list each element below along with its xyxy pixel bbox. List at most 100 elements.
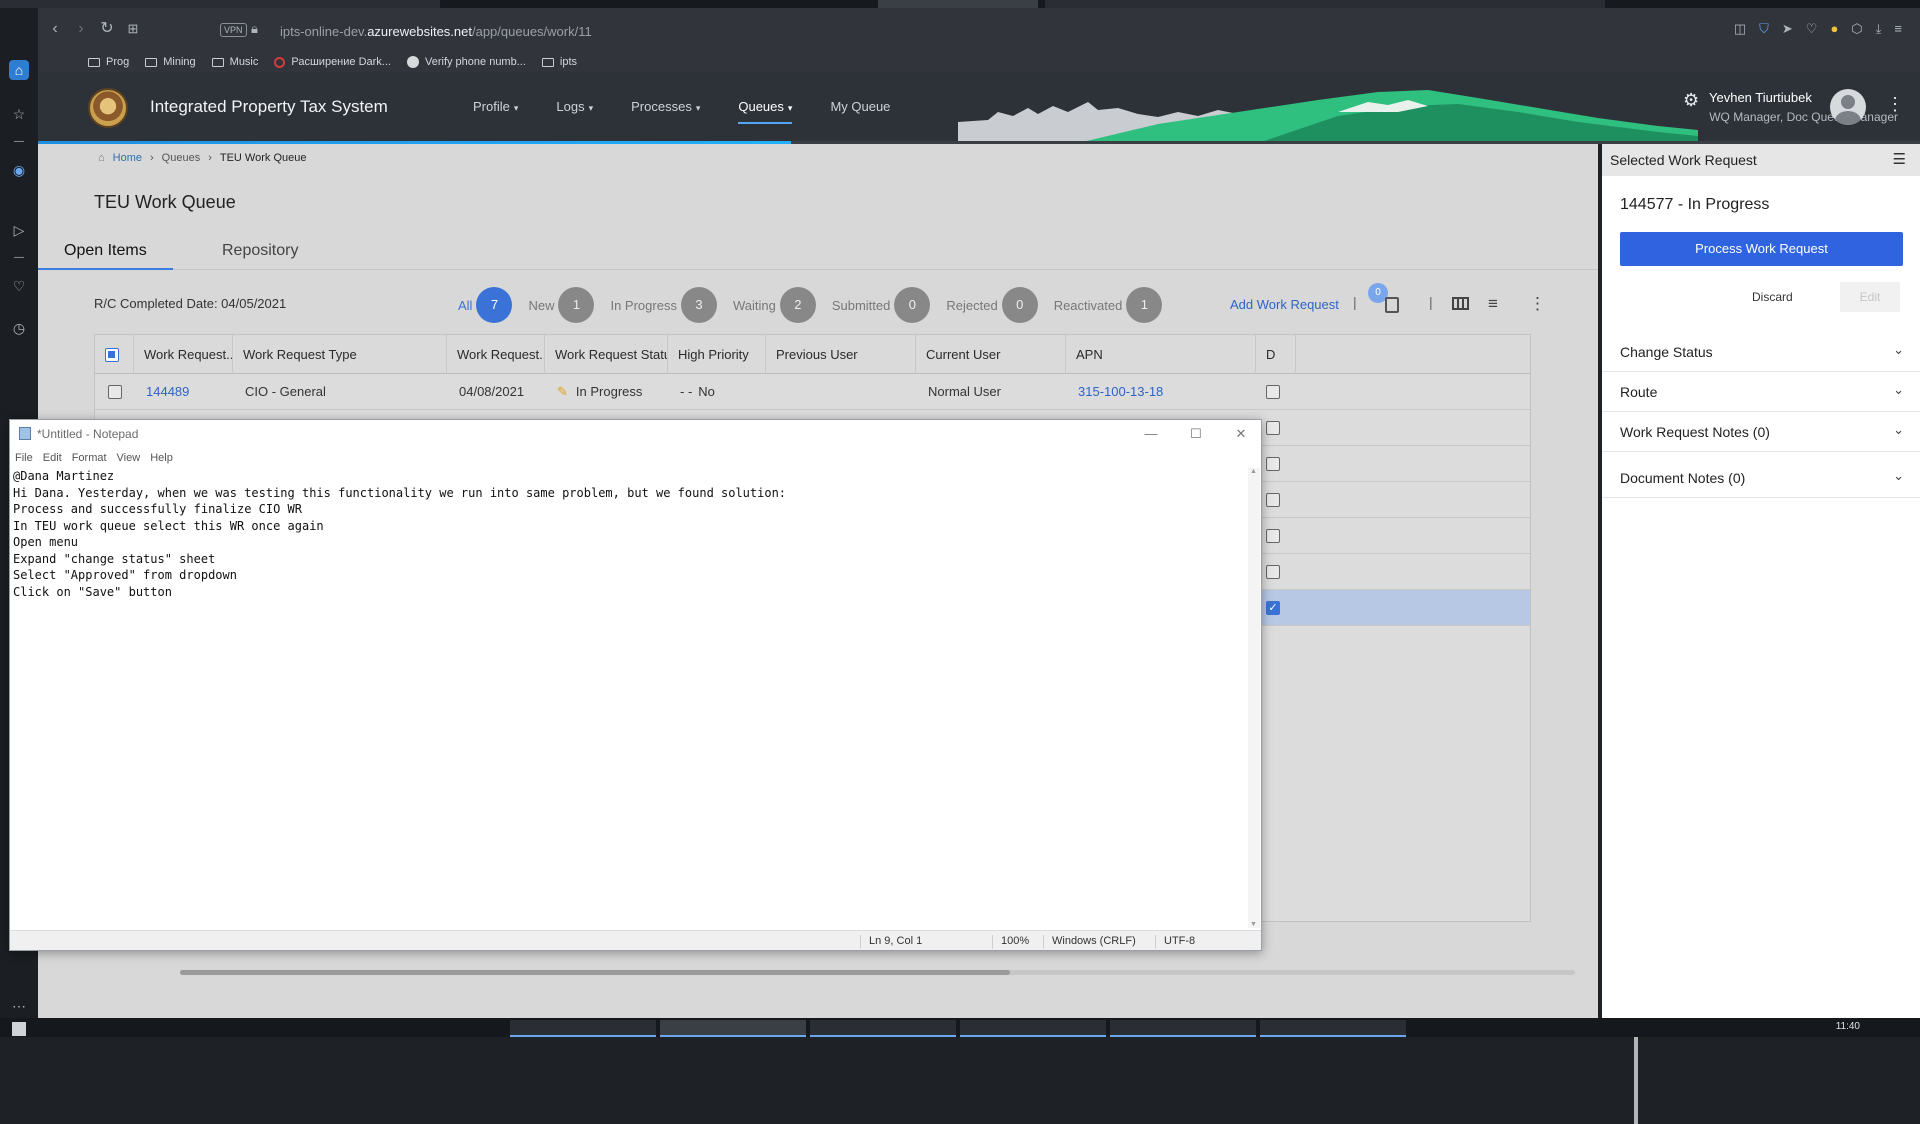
menu-help[interactable]: Help [150,448,173,468]
row-d-checkbox[interactable] [1266,457,1280,471]
menu-view[interactable]: View [117,448,141,468]
breadcrumb-home[interactable]: Home [113,152,142,164]
minimize-icon[interactable]: — [1131,422,1171,446]
column-header[interactable]: Work Request Status [545,335,668,374]
clipboard-icon[interactable] [1385,297,1399,313]
status-filter-submitted[interactable]: Submitted 0 [832,287,931,323]
nav-my-queue[interactable]: My Queue [830,99,890,124]
row-d-checkbox[interactable] [1266,493,1280,507]
status-filter-reactivated[interactable]: Reactivated 1 [1054,287,1163,323]
column-header[interactable]: APN [1066,335,1256,374]
maximize-icon[interactable]: ☐ [1176,422,1216,446]
taskbar-app[interactable] [960,1020,1106,1037]
reload-icon[interactable]: ↻ [96,18,118,40]
status-filter-waiting[interactable]: Waiting 2 [733,287,816,323]
cube-icon[interactable]: ⬡ [1851,21,1862,37]
player-icon[interactable]: ▷ [9,220,29,240]
bookmark-ipts[interactable]: ipts [541,56,577,68]
county-seal-logo[interactable] [88,88,128,128]
select-all-checkbox[interactable] [105,348,119,362]
tab-open-items[interactable]: Open Items [38,232,173,270]
collapse-panel-icon[interactable]: ☰ [1893,150,1906,168]
row-d-checkbox[interactable] [1266,385,1280,399]
process-work-request-button[interactable]: Process Work Request [1620,232,1903,266]
table-row[interactable]: 144489 CIO - General 04/08/2021 ✎ In Prog… [95,374,1530,410]
more-icon[interactable]: ⋯ [9,996,29,1016]
taskbar-app[interactable] [810,1020,956,1037]
column-header[interactable]: Work Request... [134,335,233,374]
notepad-window[interactable]: *Untitled - Notepad — ☐ ✕ File Edit Form… [9,419,1262,951]
shield-icon[interactable]: ⛉ [1759,21,1769,37]
vpn-badge[interactable]: VPN [220,23,247,37]
status-filter-rejected[interactable]: Rejected 0 [946,287,1038,323]
nav-processes[interactable]: Processes ▾ [631,99,700,124]
app-title[interactable]: Integrated Property Tax System [150,97,388,117]
bookmarks-icon[interactable]: ☆ [9,104,29,124]
more-options-icon[interactable]: ⋮ [1529,294,1546,314]
bookmark-dark-extension[interactable]: Расширение Dark... [274,56,391,68]
section-work-request-notes[interactable]: Work Request Notes (0) ⌄ [1602,412,1920,452]
bookmark-mining[interactable]: Mining [145,56,196,68]
menu-edit[interactable]: Edit [43,448,62,468]
settings-gear-icon[interactable]: ⚙ [1683,90,1699,111]
menu-icon[interactable]: ≡ [1894,21,1902,37]
status-filter-new[interactable]: New 1 [528,287,595,323]
browser-tab[interactable] [1045,0,1605,8]
row-d-checkbox[interactable] [1266,565,1280,579]
home-panel-icon[interactable]: ⌂ [9,60,29,80]
menu-file[interactable]: File [15,448,33,468]
notepad-vertical-scrollbar[interactable] [1248,468,1260,928]
taskbar-app[interactable] [1110,1020,1256,1037]
bookmark-verify-phone[interactable]: Verify phone numb... [406,56,526,68]
taskbar-app-browser-active[interactable] [660,1020,806,1037]
notepad-titlebar[interactable]: *Untitled - Notepad — ☐ ✕ [10,420,1261,448]
windows-start-icon[interactable] [12,1022,26,1036]
close-icon[interactable]: ✕ [1221,422,1261,446]
address-bar[interactable]: ipts-online-dev.azurewebsites.net/app/qu… [280,24,592,39]
camera-icon[interactable]: ◫ [1734,21,1746,37]
breadcrumb-queues[interactable]: Queues [162,152,201,164]
nav-profile[interactable]: Profile ▾ [473,99,518,124]
horizontal-scrollbar-thumb[interactable] [180,970,1010,975]
tab-repository[interactable]: Repository [196,232,324,270]
browser-tab-active[interactable] [878,0,1038,8]
bookmark-music[interactable]: Music [211,56,258,68]
send-icon[interactable]: ➤ [1782,21,1793,37]
row-checkbox[interactable] [108,385,122,399]
row-d-checkbox-checked[interactable]: ✓ [1266,601,1280,615]
nav-queues[interactable]: Queues ▾ [738,99,793,124]
taskbar-clock[interactable]: 11:40 [1836,1021,1860,1032]
heart-icon[interactable]: ♡ [1806,21,1818,37]
notepad-text-area[interactable] [13,468,1245,928]
tabs-grid-icon[interactable]: ⊞ [122,18,144,40]
history-icon[interactable]: ◷ [9,318,29,338]
columns-icon[interactable] [1452,297,1469,310]
forward-icon[interactable]: › [70,18,92,40]
section-document-notes[interactable]: Document Notes (0) ⌄ [1602,458,1920,498]
lock-icon[interactable]: 🔒︎ [251,21,258,37]
kebab-menu-icon[interactable]: ⋮ [1886,94,1904,115]
bulb-icon[interactable]: ● [1830,21,1838,37]
section-change-status[interactable]: Change Status ⌄ [1602,332,1920,372]
filter-icon[interactable]: ≡ [1488,294,1498,314]
section-route[interactable]: Route ⌄ [1602,372,1920,412]
browser-tab[interactable] [0,0,440,8]
edit-button[interactable]: Edit [1840,282,1900,312]
column-header[interactable]: Previous User [766,335,916,374]
column-header[interactable]: Work Request... [447,335,545,374]
user-name[interactable]: Yevhen Tiurtiubek [1709,90,1812,105]
bookmark-prog[interactable]: Prog [88,56,129,68]
column-header[interactable]: Work Request Type [233,335,447,374]
row-d-checkbox[interactable] [1266,421,1280,435]
nav-logs[interactable]: Logs ▾ [556,99,593,124]
column-header[interactable]: Current User [916,335,1066,374]
taskbar-app-opera[interactable] [510,1020,656,1037]
discard-button[interactable]: Discard [1752,290,1793,304]
menu-format[interactable]: Format [72,448,107,468]
user-avatar[interactable] [1830,89,1866,125]
home-icon[interactable]: ⌂ [98,152,105,164]
status-filter-in-progress[interactable]: In Progress 3 [610,287,717,323]
add-work-request-link[interactable]: Add Work Request [1230,297,1339,312]
column-header[interactable]: D [1256,335,1296,374]
taskbar-app-notepad[interactable] [1260,1020,1406,1037]
